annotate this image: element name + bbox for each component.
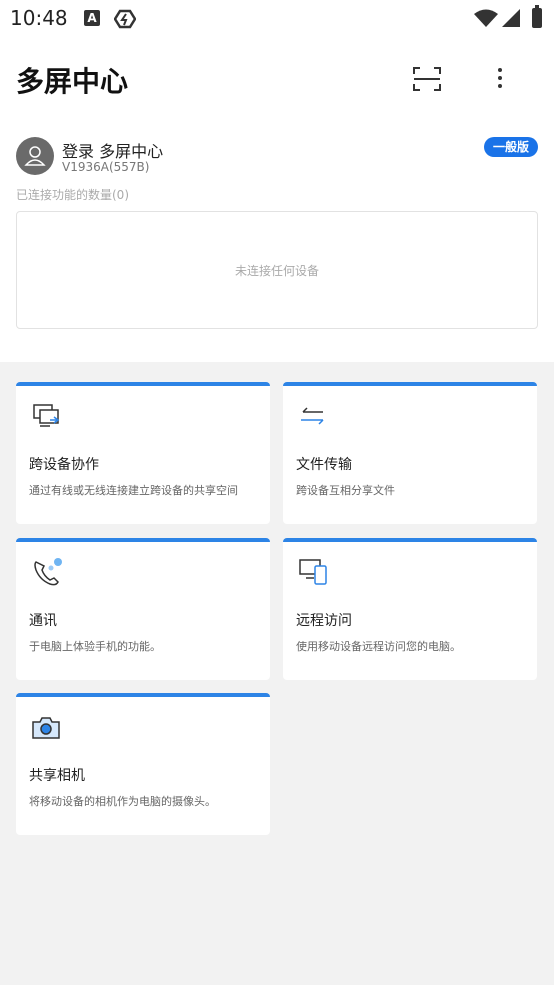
- page-title: 多屏中心: [16, 65, 129, 98]
- remote-access-icon: [299, 559, 327, 585]
- feature-card-cross-device[interactable]: 跨设备协作 通过有线或无线连接建立跨设备的共享空间: [16, 382, 270, 524]
- feature-card-remote-access[interactable]: 远程访问 使用移动设备远程访问您的电脑。: [283, 538, 537, 680]
- feature-card-file-transfer[interactable]: 文件传输 跨设备互相分享文件: [283, 382, 537, 524]
- empty-state-text: 未连接任何设备: [234, 264, 319, 278]
- wifi-icon: [474, 9, 498, 27]
- scan-icon[interactable]: [410, 64, 444, 94]
- feature-description: 跨设备互相分享文件: [296, 484, 395, 497]
- app-notification-icon: [114, 9, 136, 29]
- camera-icon: [32, 717, 60, 739]
- feature-description: 将移动设备的相机作为电脑的摄像头。: [29, 795, 216, 808]
- connection-count: 已连接功能的数量(0): [16, 188, 129, 202]
- feature-card-communication[interactable]: 通讯 于电脑上体验手机的功能。: [16, 538, 270, 680]
- feature-title: 远程访问: [296, 613, 352, 629]
- connected-devices-panel: 未连接任何设备: [16, 211, 538, 329]
- signal-icon: [502, 9, 520, 27]
- login-link[interactable]: 登录 多屏中心: [62, 138, 163, 162]
- a-notification-icon: A: [84, 10, 100, 26]
- feature-description: 通过有线或无线连接建立跨设备的共享空间: [29, 484, 238, 497]
- battery-icon: [532, 5, 542, 28]
- header-section: 10:48 A 多屏中心 登录 多屏中心 V1936A(557B) 一般版 已连…: [0, 0, 554, 362]
- feature-title: 文件传输: [296, 457, 352, 473]
- cross-device-icon: [33, 404, 60, 427]
- avatar[interactable]: [16, 137, 54, 175]
- feature-title: 共享相机: [29, 768, 85, 784]
- feature-title: 跨设备协作: [29, 457, 99, 473]
- feature-description: 使用移动设备远程访问您的电脑。: [296, 640, 461, 653]
- status-time: 10:48: [10, 6, 68, 30]
- more-options-icon[interactable]: [490, 64, 510, 94]
- status-bar: 10:48 A: [0, 0, 554, 38]
- transfer-icon: [301, 407, 324, 425]
- phone-call-icon: [34, 558, 62, 586]
- feature-title: 通讯: [29, 613, 57, 629]
- feature-card-shared-camera[interactable]: 共享相机 将移动设备的相机作为电脑的摄像头。: [16, 693, 270, 835]
- edition-badge[interactable]: 一般版: [484, 137, 538, 157]
- user-icon: [24, 146, 46, 166]
- feature-description: 于电脑上体验手机的功能。: [29, 640, 161, 653]
- version-label: V1936A(557B): [62, 160, 150, 174]
